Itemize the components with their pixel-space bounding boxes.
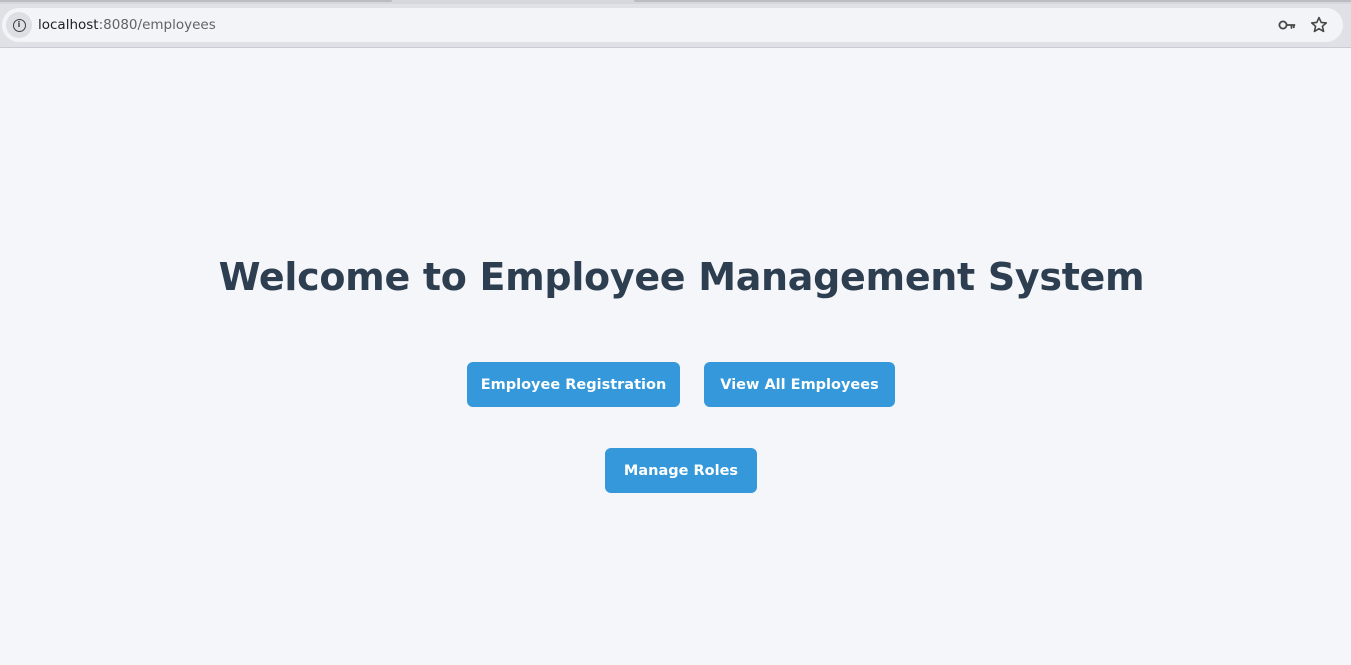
browser-toolbar: i localhost:8080/employees — [0, 0, 1351, 48]
page-title: Welcome to Employee Management System — [218, 255, 1145, 299]
star-icon[interactable] — [1309, 15, 1329, 35]
info-icon: i — [12, 18, 26, 32]
tab-strip — [0, 0, 1351, 4]
manage-roles-button[interactable]: Manage Roles — [605, 448, 757, 493]
tab-left[interactable] — [0, 0, 392, 2]
url-text[interactable]: localhost:8080/employees — [38, 8, 216, 42]
page-content: Welcome to Employee Management System Em… — [0, 48, 1351, 665]
key-icon[interactable] — [1277, 15, 1297, 35]
tab-right[interactable] — [634, 0, 1351, 2]
employee-registration-button[interactable]: Employee Registration — [467, 362, 680, 407]
view-all-employees-button[interactable]: View All Employees — [704, 362, 895, 407]
address-bar[interactable]: i localhost:8080/employees — [2, 8, 1343, 42]
url-path: :8080/employees — [98, 17, 216, 33]
url-host: localhost — [38, 17, 99, 33]
site-info-button[interactable]: i — [6, 12, 32, 38]
